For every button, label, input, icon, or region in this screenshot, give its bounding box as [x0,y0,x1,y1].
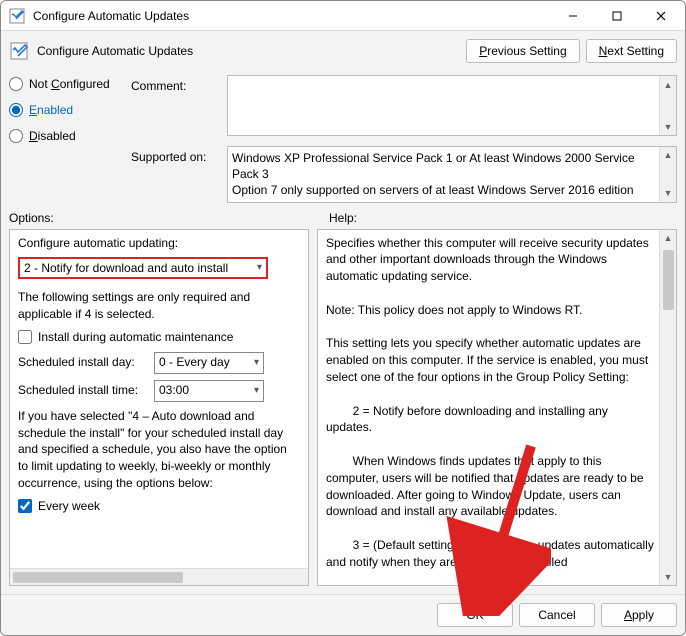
scrollbar-thumb[interactable] [13,572,183,583]
supported-label: Supported on: [131,146,221,164]
supported-on-box: Windows XP Professional Service Pack 1 o… [227,146,677,203]
install-maint-label: Install during automatic maintenance [38,329,233,346]
minimize-button[interactable] [551,1,595,31]
sched-day-label: Scheduled install day: [18,354,148,371]
sched-day-row: Scheduled install day: 0 - Every day ▾ [18,352,300,374]
nav-buttons: Previous Setting Next Setting [466,39,677,63]
help-p4: 2 = Notify before downloading and instal… [326,403,654,437]
cancel-button[interactable]: Cancel [519,603,595,627]
gpedit-dialog: Configure Automatic Updates Configure Au… [0,0,686,636]
scrollbar-thumb[interactable] [663,250,674,310]
maximize-button[interactable] [595,1,639,31]
scroll-up-icon: ▲ [660,76,676,93]
radio-not-configured[interactable]: Not Configured [9,77,119,91]
policy-icon [9,41,29,61]
help-pane: Specifies whether this computer will rec… [317,229,677,586]
chevron-down-icon: ▾ [257,261,262,275]
supported-on-text: Windows XP Professional Service Pack 1 o… [232,151,635,197]
config-updating-value: 2 - Notify for download and auto install [24,260,228,277]
sched-day-dropdown[interactable]: 0 - Every day ▾ [154,352,264,374]
help-p1: Specifies whether this computer will rec… [326,235,654,285]
next-setting-button[interactable]: Next Setting [586,39,677,63]
titlebar: Configure Automatic Updates [1,1,685,31]
comment-label: Comment: [131,75,221,93]
apply-button[interactable]: Apply [601,603,677,627]
scroll-down-icon: ▼ [660,568,676,585]
scroll-down-icon: ▼ [660,185,676,202]
help-p3: This setting lets you specify whether au… [326,335,654,385]
radio-enabled-input[interactable] [9,103,23,117]
radio-disabled-input[interactable] [9,129,23,143]
help-label: Help: [329,211,357,225]
every-week-checkbox[interactable] [18,499,32,513]
chevron-down-icon: ▾ [254,384,259,398]
options-label: Options: [9,211,309,225]
scroll-up-icon: ▲ [660,230,676,247]
window-buttons [551,1,683,31]
scroll-up-icon: ▲ [660,147,676,164]
policy-title: Configure Automatic Updates [37,44,458,58]
comment-box: ▲ ▼ [227,75,677,136]
supported-row: Supported on: Windows XP Professional Se… [131,146,677,203]
every-week-row: Every week [18,498,300,515]
help-p5: When Windows finds updates that apply to… [326,453,654,520]
options-pane: Configure automatic updating: 2 - Notify… [9,229,309,586]
sched-time-label: Scheduled install time: [18,382,148,399]
fields-column: Comment: ▲ ▼ Supported on: Windows XP Pr… [131,75,677,203]
state-radiogroup: Not Configured Enabled Disabled [9,75,119,143]
options-paragraph: If you have selected "4 – Auto download … [18,408,300,492]
comment-row: Comment: ▲ ▼ [131,75,677,136]
options-note: The following settings are only required… [18,289,300,323]
options-hscrollbar[interactable] [10,568,308,585]
every-week-label: Every week [38,498,100,515]
window-title: Configure Automatic Updates [33,9,551,23]
radio-enabled[interactable]: Enabled [9,103,119,117]
app-icon [9,8,25,24]
config-updating-label: Configure automatic updating: [18,235,300,252]
help-vscrollbar[interactable]: ▲ ▼ [659,230,676,585]
header-row: Configure Automatic Updates Previous Set… [9,39,677,63]
pane-labels-row: Options: Help: [9,211,677,225]
help-content[interactable]: Specifies whether this computer will rec… [318,230,676,585]
comment-scrollbar[interactable]: ▲ ▼ [659,76,676,135]
panes-row: Configure automatic updating: 2 - Notify… [9,229,677,586]
install-maint-checkbox[interactable] [18,330,32,344]
sched-time-dropdown[interactable]: 03:00 ▾ [154,380,264,402]
options-content[interactable]: Configure automatic updating: 2 - Notify… [10,230,308,568]
config-row: Not Configured Enabled Disabled Comment:… [9,75,677,203]
comment-textarea[interactable] [228,76,659,132]
sched-time-row: Scheduled install time: 03:00 ▾ [18,380,300,402]
config-updating-dropdown[interactable]: 2 - Notify for download and auto install… [18,257,268,279]
sched-time-value: 03:00 [159,382,189,399]
previous-setting-button[interactable]: Previous Setting [466,39,579,63]
chevron-down-icon: ▾ [254,356,259,370]
sched-day-value: 0 - Every day [159,354,230,371]
dialog-footer: OK Cancel Apply [1,594,685,635]
help-p6: 3 = (Default setting) Download the updat… [326,537,654,571]
scroll-down-icon: ▼ [660,118,676,135]
dialog-content: Configure Automatic Updates Previous Set… [1,31,685,594]
close-button[interactable] [639,1,683,31]
help-p2: Note: This policy does not apply to Wind… [326,302,654,319]
install-maint-row: Install during automatic maintenance [18,329,300,346]
supported-scrollbar[interactable]: ▲ ▼ [659,147,676,202]
radio-not-configured-input[interactable] [9,77,23,91]
ok-button[interactable]: OK [437,603,513,627]
radio-disabled[interactable]: Disabled [9,129,119,143]
